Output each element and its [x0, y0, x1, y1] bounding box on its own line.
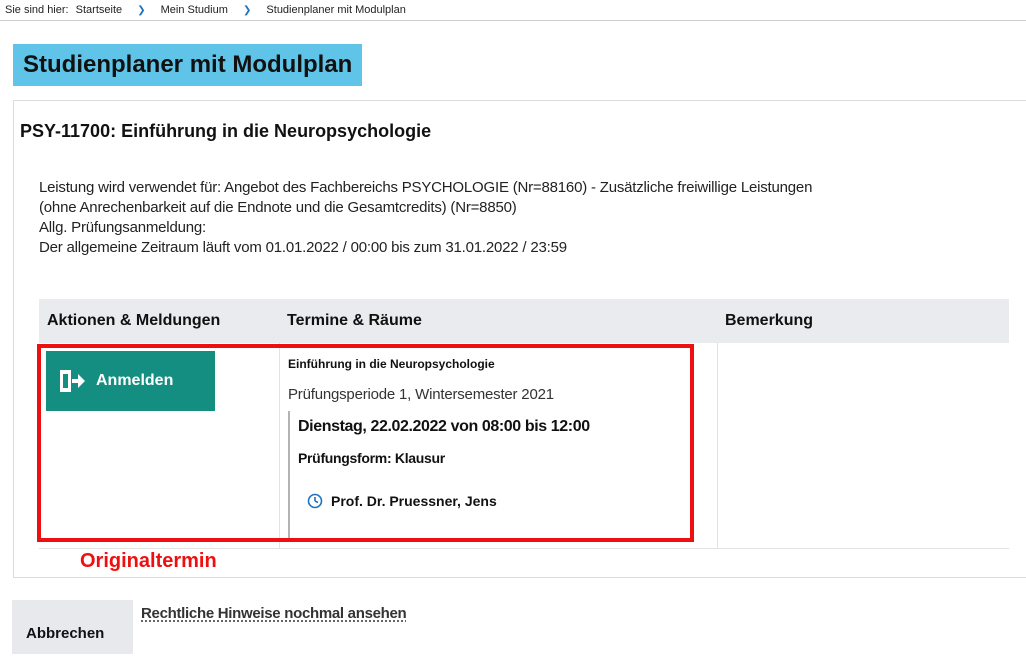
highlight-box — [37, 344, 694, 542]
column-header-remark: Bemerkung — [725, 312, 814, 329]
column-divider — [717, 343, 718, 548]
table-header: Aktionen & Meldungen Termine & Räume Bem… — [39, 299, 1009, 343]
cancel-button[interactable]: Abbrechen — [12, 600, 133, 654]
page-title: Studienplaner mit Modulplan — [13, 44, 363, 86]
breadcrumb-item-startseite[interactable]: Startseite — [76, 4, 122, 16]
annotation-label: Originaltermin — [80, 550, 217, 572]
breadcrumb-item-current: Studienplaner mit Modulplan — [266, 4, 406, 16]
info-line: Der allgemeine Zeitraum läuft vom 01.01.… — [39, 239, 567, 256]
module-heading: PSY-11700: Einführung in die Neuropsycho… — [20, 121, 432, 141]
legal-notice-link[interactable]: Rechtliche Hinweise nochmal ansehen — [141, 605, 407, 622]
breadcrumb-prefix: Sie sind hier: — [5, 4, 69, 16]
breadcrumb-item-mein-studium[interactable]: Mein Studium — [161, 4, 228, 16]
row-divider — [39, 548, 1009, 549]
info-line: Allg. Prüfungsanmeldung: — [39, 219, 206, 236]
chevron-right-icon: ❯ — [137, 5, 146, 16]
info-line: (ohne Anrechenbarkeit auf die Endnote un… — [39, 199, 517, 216]
info-line: Leistung wird verwendet für: Angebot des… — [39, 179, 813, 196]
breadcrumb: Sie sind hier: Startseite ❯ Mein Studium… — [0, 0, 1026, 21]
remark-cell — [720, 350, 1000, 370]
column-header-dates: Termine & Räume — [287, 312, 422, 329]
module-info: Leistung wird verwendet für: Angebot des… — [39, 178, 999, 258]
column-header-actions: Aktionen & Meldungen — [47, 312, 221, 329]
chevron-right-icon: ❯ — [242, 5, 252, 16]
